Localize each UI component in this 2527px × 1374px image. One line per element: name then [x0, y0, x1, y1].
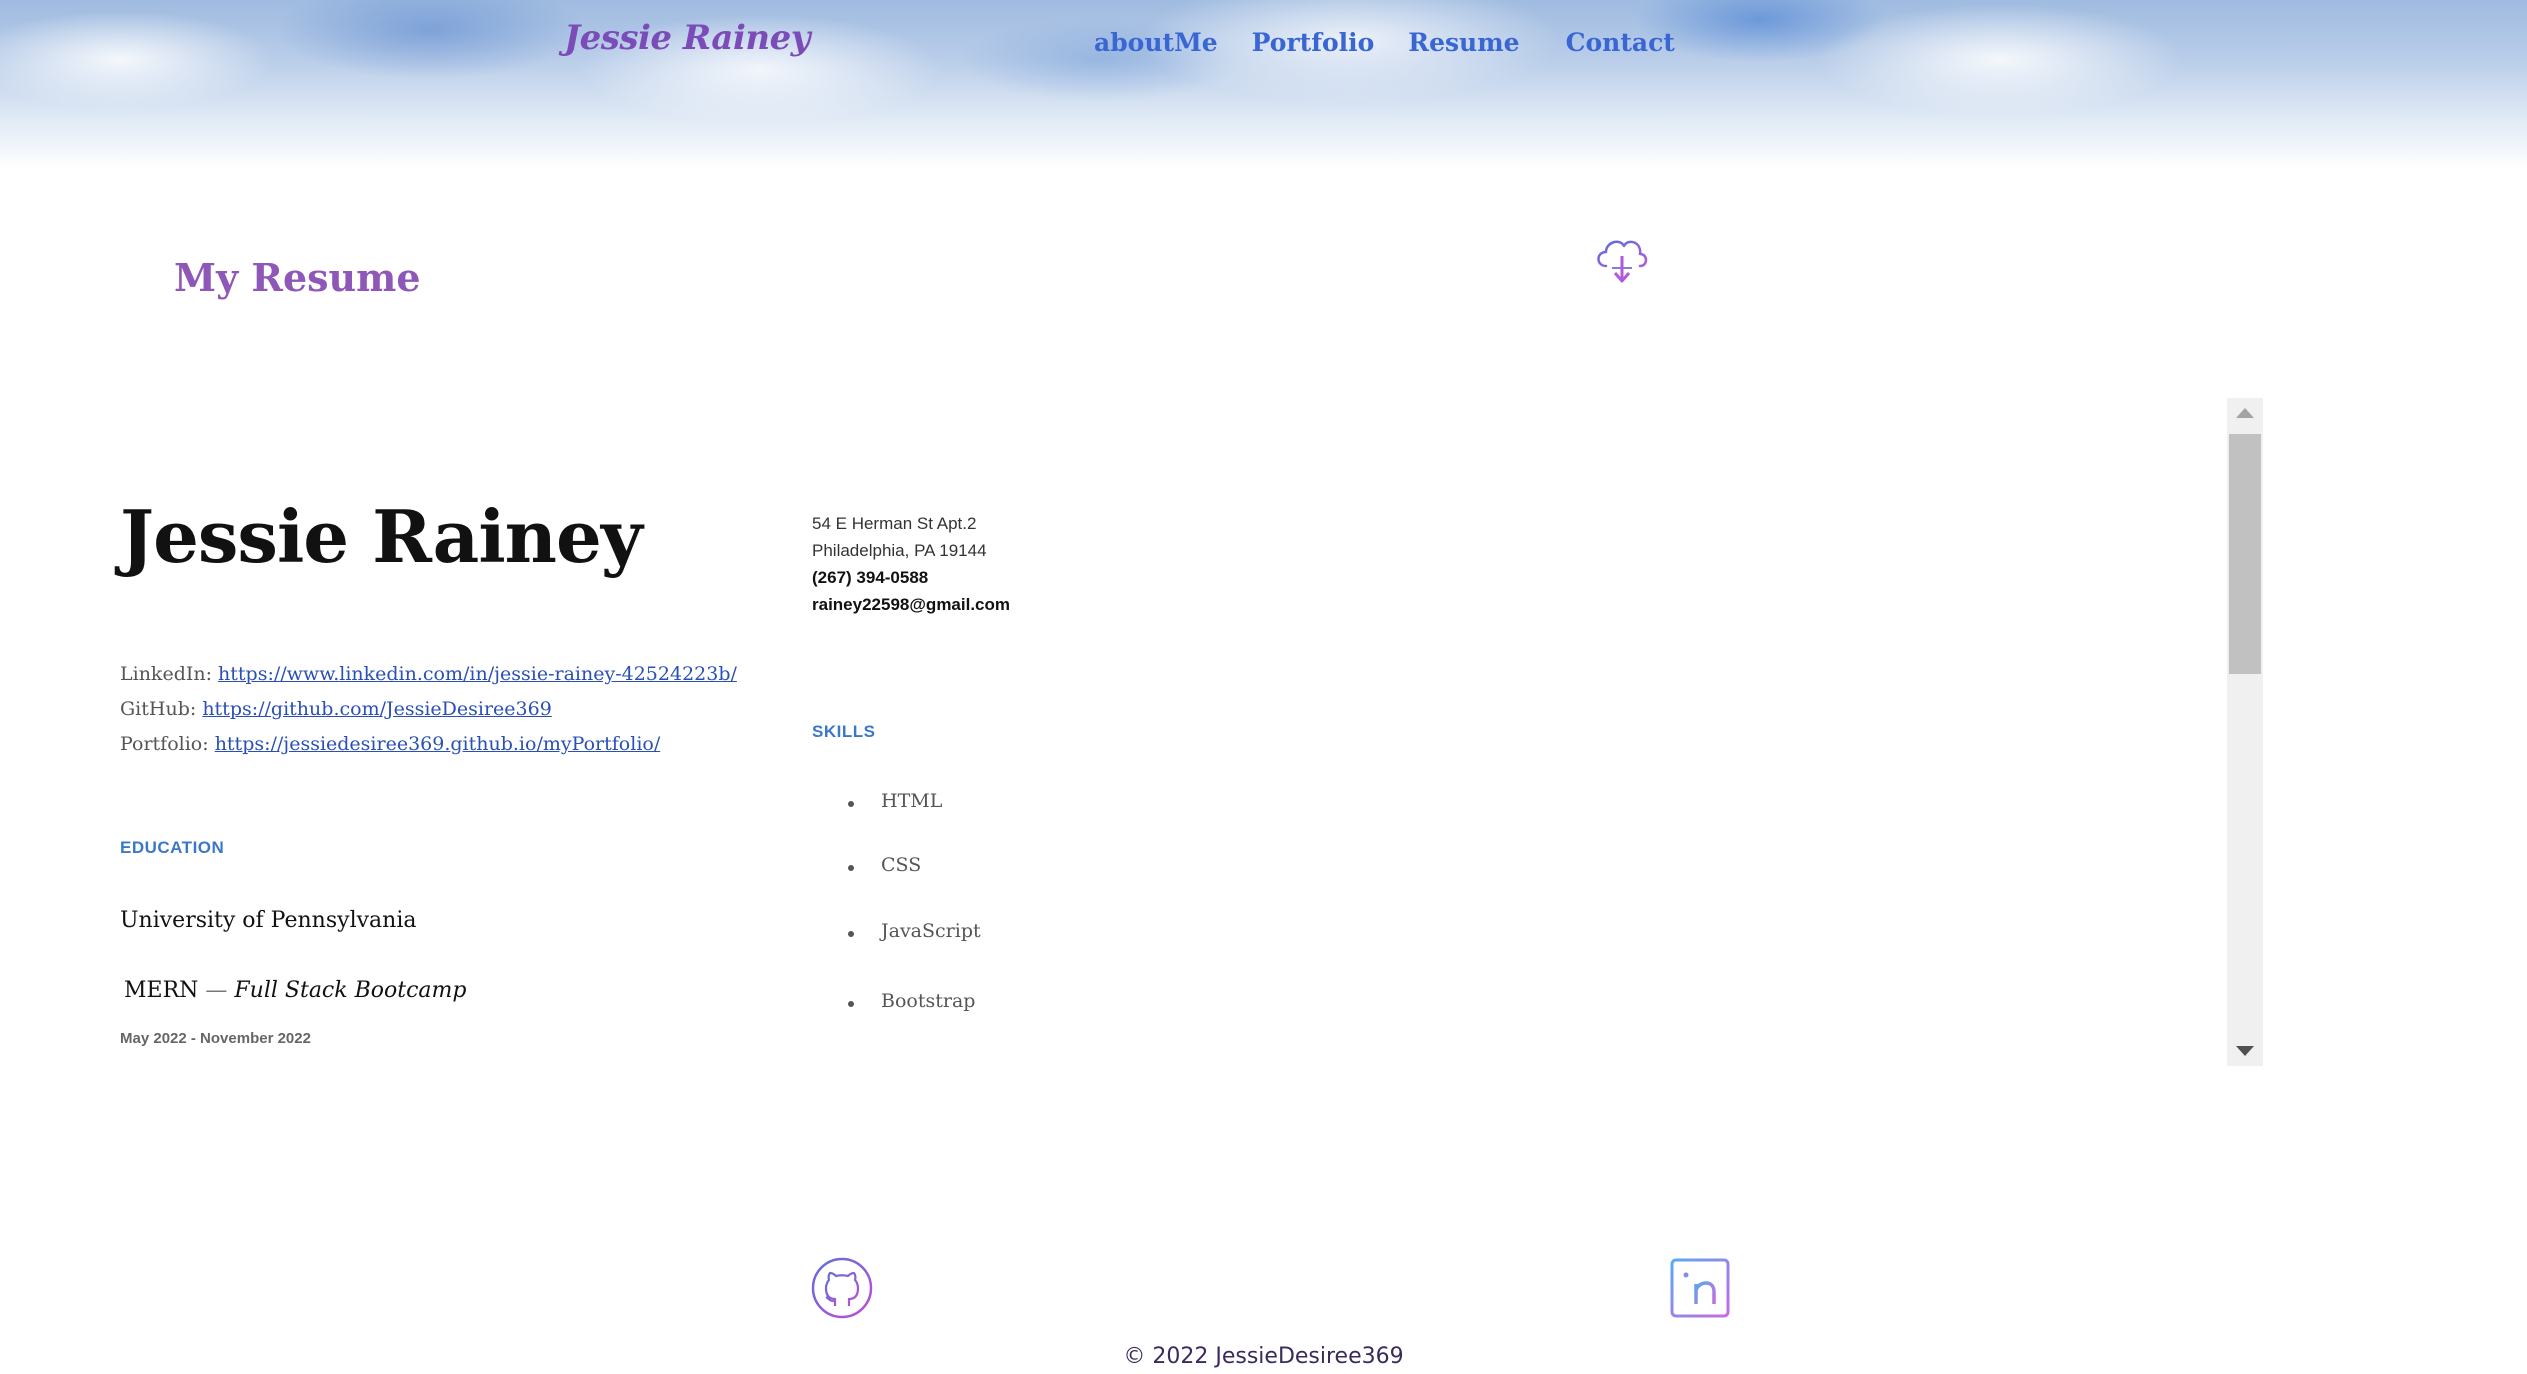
scroll-down-button[interactable] [2227, 1036, 2263, 1066]
github-url-link[interactable]: https://github.com/JessieDesiree369 [202, 698, 552, 720]
program-prefix: MERN [124, 978, 199, 1003]
site-header: Jessie Rainey aboutMe Portfolio Resume C… [0, 0, 2527, 170]
education-school: University of Pennsylvania [120, 908, 417, 933]
page: Jessie Rainey aboutMe Portfolio Resume C… [0, 0, 2527, 1374]
github-label: GitHub: [120, 698, 197, 720]
linkedin-label: LinkedIn: [120, 663, 212, 685]
contact-block: 54 E Herman St Apt.2 Philadelphia, PA 19… [812, 510, 1010, 618]
page-title: My Resume [174, 255, 421, 300]
brand-logo[interactable]: Jessie Rainey [564, 18, 810, 58]
linkedin-url-link[interactable]: https://www.linkedin.com/in/jessie-raine… [218, 663, 737, 685]
portfolio-url-link[interactable]: https://jessiedesiree369.github.io/myPor… [215, 733, 661, 755]
skills-heading: SKILLS [812, 722, 876, 741]
main-nav: aboutMe Portfolio Resume Contact [1094, 28, 1709, 57]
linkedin-icon[interactable] [1668, 1256, 1732, 1320]
arrow-down-icon [2236, 1046, 2254, 1056]
phone-number: (267) 394-0588 [812, 568, 929, 587]
nav-about-me[interactable]: aboutMe [1094, 28, 1218, 57]
nav-portfolio[interactable]: Portfolio [1252, 28, 1375, 57]
resume-name: Jessie Rainey [120, 494, 643, 579]
program-name: Full Stack Bootcamp [234, 978, 467, 1003]
skill-item: CSS [848, 854, 981, 876]
program-separator: — [205, 978, 228, 1003]
skill-item: JavaScript [848, 920, 981, 942]
skill-item: Bootstrap [848, 990, 981, 1012]
email-address: rainey22598@gmail.com [812, 595, 1011, 614]
nav-resume[interactable]: Resume [1408, 28, 1519, 57]
address-line-1: 54 E Herman St Apt.2 [812, 514, 977, 533]
scroll-thumb[interactable] [2229, 434, 2261, 674]
resume-links: LinkedIn: https://www.linkedin.com/in/je… [120, 657, 737, 762]
address-line-2: Philadelphia, PA 19144 [812, 541, 987, 560]
github-icon[interactable] [810, 1256, 874, 1320]
cloud-download-icon[interactable] [1590, 226, 1654, 290]
education-dates: May 2022 - November 2022 [120, 1030, 311, 1047]
education-program: MERN — Full Stack Bootcamp [124, 978, 466, 1003]
footer-copyright: © 2022 JessieDesiree369 [1123, 1344, 1404, 1369]
education-heading: EDUCATION [120, 838, 225, 857]
portfolio-label: Portfolio: [120, 733, 209, 755]
arrow-up-icon [2236, 408, 2254, 418]
linkedin-link-row: LinkedIn: https://www.linkedin.com/in/je… [120, 657, 737, 692]
portfolio-link-row: Portfolio: https://jessiedesiree369.gith… [120, 727, 737, 762]
nav-contact[interactable]: Contact [1566, 28, 1675, 57]
scroll-up-button[interactable] [2227, 398, 2263, 428]
skill-item: HTML [848, 790, 981, 812]
github-link-row: GitHub: https://github.com/JessieDesiree… [120, 692, 737, 727]
resume-scrollbar[interactable] [2227, 398, 2263, 1066]
skills-list: HTML CSS JavaScript Bootstrap [848, 790, 981, 1012]
